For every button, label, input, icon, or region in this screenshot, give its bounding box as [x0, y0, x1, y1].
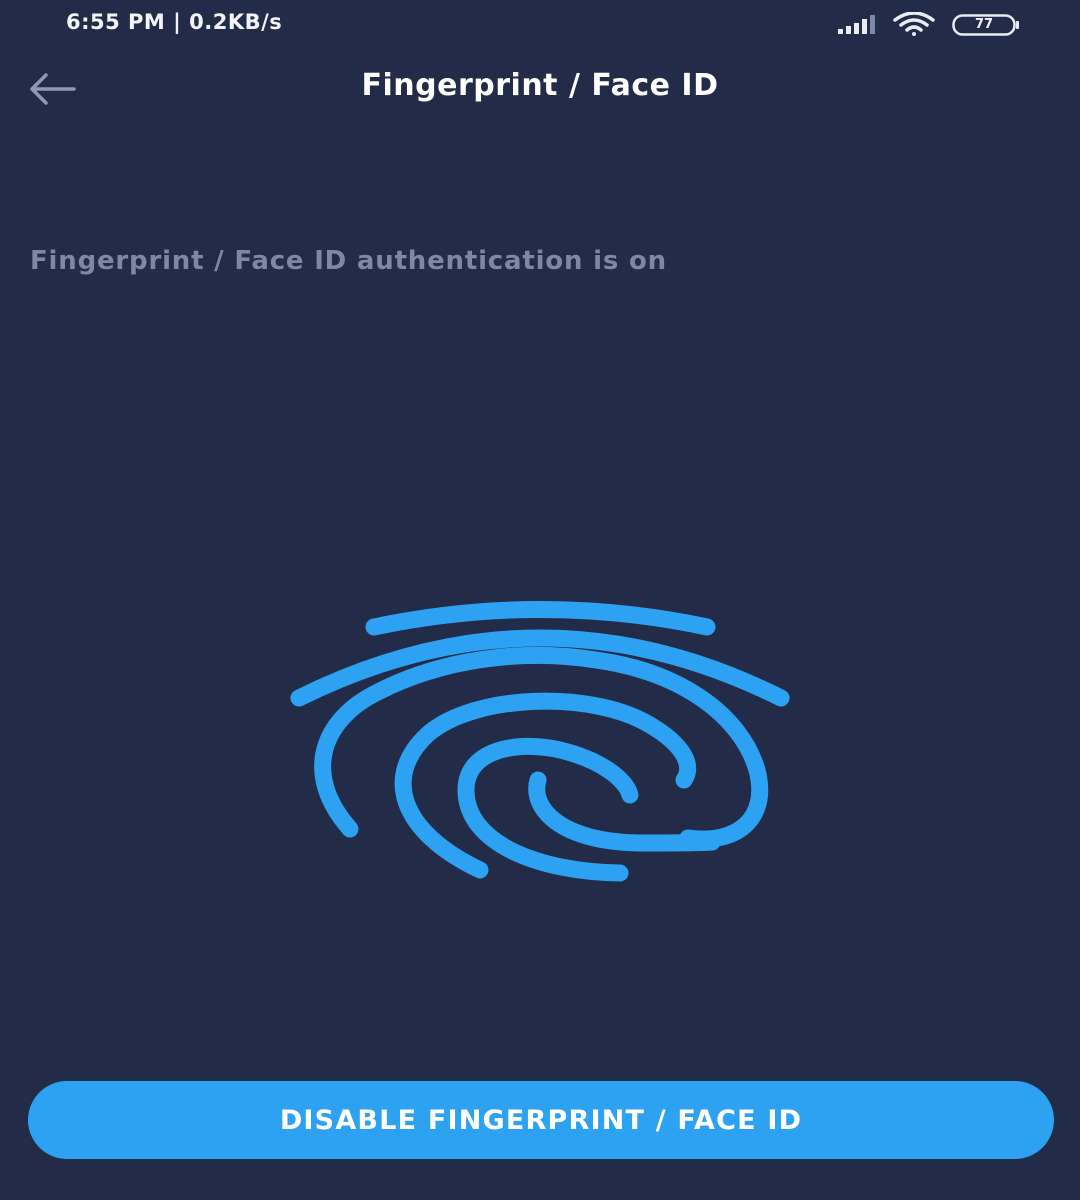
page-title: Fingerprint / Face ID — [361, 68, 719, 103]
disable-fingerprint-button[interactable]: DISABLE FINGERPRINT / FACE ID — [28, 1081, 1054, 1159]
status-bar: 6:55 PM | 0.2KB/s 77 — [0, 0, 1080, 50]
authentication-status-text: Fingerprint / Face ID authentication is … — [30, 246, 667, 276]
fingerprint-settings-screen: 6:55 PM | 0.2KB/s 77 Fingerprint / Face … — [0, 0, 1080, 1200]
signal-icon — [838, 15, 875, 34]
wifi-icon — [893, 12, 935, 36]
status-time: 6:55 PM | 0.2KB/s — [66, 10, 283, 34]
fingerprint-icon — [290, 601, 790, 882]
battery-level: 77 — [974, 17, 994, 32]
